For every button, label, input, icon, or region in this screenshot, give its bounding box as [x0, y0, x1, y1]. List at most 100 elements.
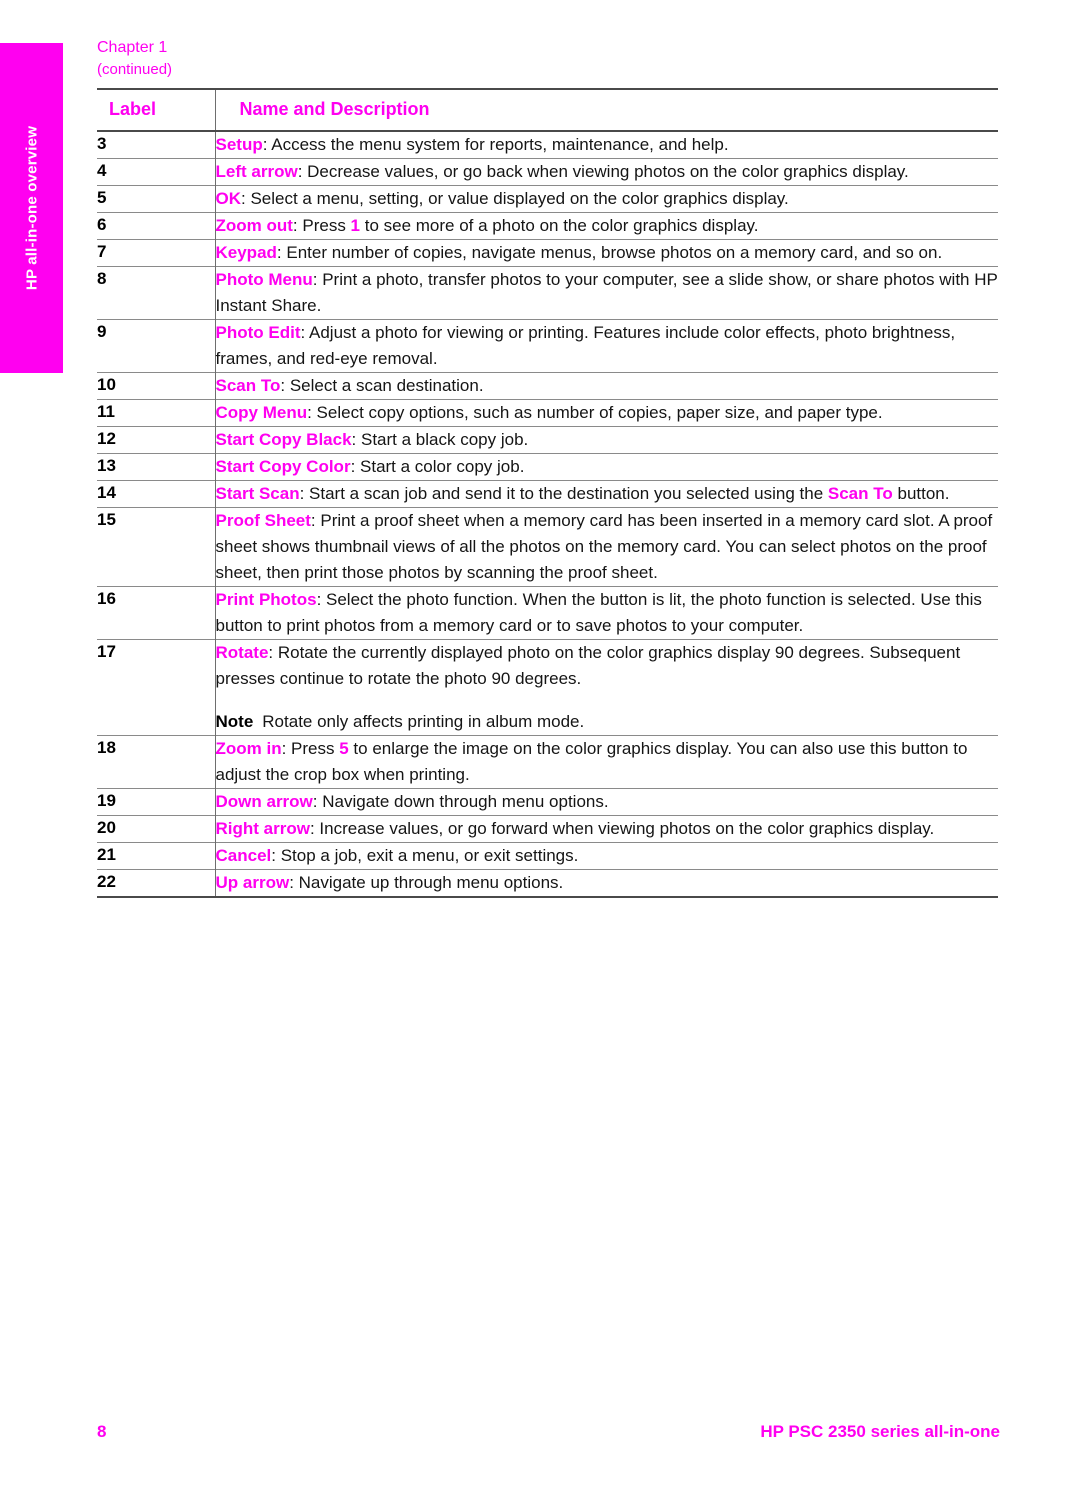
note-label: Note: [215, 712, 254, 731]
row-description-paragraph: Down arrow: Navigate down through menu o…: [216, 789, 999, 815]
row-term: Copy Menu: [215, 403, 308, 422]
row-description-paragraph: OK: Select a menu, setting, or value dis…: [216, 186, 999, 212]
table-row: 3 Setup: Access the menu system for repor…: [97, 131, 998, 159]
table-row: 13 Start Copy Color: Start a color copy j…: [97, 453, 998, 481]
table-row: 11 Copy Menu: Select copy options, such a…: [97, 399, 999, 427]
row-term: Setup: [215, 135, 263, 154]
row-label-number: 11: [97, 402, 115, 421]
table-row: 18 Zoom in: Press 5 to enlarge the image …: [97, 735, 999, 789]
column-header-label: Label: [109, 99, 157, 119]
row-term: Cancel: [215, 846, 272, 865]
row-description: Left arrow: Decrease values, or go back …: [214, 158, 998, 186]
row-label-number: 19: [97, 791, 116, 810]
chapter-title: Chapter 1: [97, 39, 168, 56]
chapter-side-tab: HP all-in-one overview: [0, 43, 63, 373]
row-label-number: 14: [97, 483, 116, 502]
row-term: OK: [215, 189, 242, 208]
row-description-paragraph: Scan To: Select a scan destination.: [216, 373, 999, 399]
row-text: : Stop a job, exit a menu, or exit setti…: [271, 846, 579, 865]
row-term: Scan To: [215, 376, 281, 395]
row-description: Cancel: Stop a job, exit a menu, or exit…: [214, 842, 998, 870]
row-description: Zoom in: Press 5 to enlarge the image on…: [214, 735, 999, 789]
row-description: Setup: Access the menu system for report…: [214, 131, 999, 159]
table-row: 19 Down arrow: Navigate down through menu…: [97, 788, 999, 816]
row-label-number: 5: [97, 188, 107, 207]
row-text: : Start a color copy job.: [350, 457, 525, 476]
row-text: : Print a photo, transfer photos to your…: [215, 270, 998, 315]
row-description-paragraph: Zoom in: Press 5 to enlarge the image on…: [216, 736, 999, 788]
row-term: Right arrow: [215, 819, 310, 838]
row-label-number: 20: [97, 818, 116, 837]
row-note: Note Rotate only affects printing in albu…: [216, 709, 999, 735]
note-text: Rotate only affects printing in album mo…: [262, 712, 585, 731]
row-term: Proof Sheet: [215, 511, 311, 530]
row-description: Up arrow: Navigate up through menu optio…: [214, 869, 999, 897]
row-label-number: 13: [97, 456, 116, 475]
row-term: Zoom in: [215, 739, 282, 758]
row-term: Zoom out: [215, 216, 293, 235]
page-header: Chapter 1 (continued): [97, 0, 1000, 81]
row-term: Down arrow: [215, 792, 313, 811]
row-description-paragraph: Up arrow: Navigate up through menu optio…: [216, 870, 999, 896]
row-text: : Increase values, or go forward when vi…: [309, 819, 935, 838]
row-description-paragraph: Setup: Access the menu system for report…: [216, 132, 999, 158]
row-label-number: 7: [97, 242, 107, 261]
label-description-table: Label Name and Description 3 Setup: Acces…: [97, 88, 998, 898]
row-key-number: 1: [350, 216, 361, 235]
row-label-number: 3: [97, 134, 107, 153]
row-term: Photo Menu: [215, 270, 313, 289]
row-description: Copy Menu: Select copy options, such as …: [214, 399, 999, 427]
row-description: Print Photos: Select the photo function.…: [214, 586, 998, 640]
row-text: : Adjust a photo for viewing or printing…: [215, 323, 956, 368]
row-description-paragraph: Right arrow: Increase values, or go forw…: [216, 816, 999, 842]
row-description-paragraph: Copy Menu: Select copy options, such as …: [216, 400, 999, 426]
row-label-number: 18: [97, 738, 116, 757]
table-row: 6 Zoom out: Press 1 to see more of a phot…: [97, 212, 998, 240]
table-row: 8 Photo Menu: Print a photo, transfer pho…: [97, 266, 999, 320]
row-description-paragraph: Photo Menu: Print a photo, transfer phot…: [216, 267, 999, 319]
row-text: : Select the photo function. When the bu…: [215, 590, 982, 635]
row-description: Start Copy Black: Start a black copy job…: [214, 426, 998, 454]
row-label-number: 21: [97, 845, 116, 864]
row-description: Down arrow: Navigate down through menu o…: [214, 788, 999, 816]
row-text: : Select a scan destination.: [280, 376, 484, 395]
row-text: : Select copy options, such as number of…: [307, 403, 883, 422]
row-text-before-key: : Press: [281, 739, 340, 758]
table-row: 22 Up arrow: Navigate up through menu opt…: [97, 869, 999, 897]
row-description: Proof Sheet: Print a proof sheet when a …: [214, 507, 998, 587]
row-text: : Rotate the currently displayed photo o…: [215, 643, 961, 688]
row-description: Keypad: Enter number of copies, navigate…: [214, 239, 999, 267]
table-row: 9 Photo Edit: Adjust a photo for viewing …: [97, 319, 999, 373]
row-text-after-term2: button.: [892, 484, 950, 503]
row-label-number: 15: [97, 510, 116, 529]
row-term-secondary: Scan To: [827, 484, 893, 503]
row-description: Photo Edit: Adjust a photo for viewing o…: [214, 319, 999, 373]
row-term: Left arrow: [215, 162, 298, 181]
row-term: Photo Edit: [215, 323, 301, 342]
row-description-paragraph: Photo Edit: Adjust a photo for viewing o…: [216, 320, 999, 372]
row-key-number: 5: [339, 739, 349, 758]
row-term: Start Copy Color: [215, 457, 351, 476]
row-term: Start Copy Black: [215, 430, 352, 449]
row-label-number: 17: [97, 642, 116, 661]
row-description-paragraph: Rotate: Rotate the currently displayed p…: [216, 640, 999, 692]
page-content: Chapter 1 (continued) Label Name and Des…: [97, 0, 1000, 1495]
row-label-number: 9: [97, 322, 107, 341]
row-description: Right arrow: Increase values, or go forw…: [214, 815, 999, 843]
row-description-paragraph: Keypad: Enter number of copies, navigate…: [216, 240, 999, 266]
row-term: Start Scan: [215, 484, 300, 503]
column-header-description: Name and Description: [214, 89, 998, 131]
table-row: 21 Cancel: Stop a job, exit a menu, or ex…: [97, 842, 998, 870]
table-row: 17 Rotate: Rotate the currently displayed…: [97, 639, 999, 736]
table-row: 16 Print Photos: Select the photo functio…: [97, 586, 998, 640]
row-text: : Navigate down through menu options.: [312, 792, 609, 811]
table-row: 20 Right arrow: Increase values, or go fo…: [97, 815, 999, 843]
row-text: : Access the menu system for reports, ma…: [262, 135, 729, 154]
row-label-number: 8: [97, 269, 107, 288]
footer-product-title: HP PSC 2350 series all-in-one: [760, 1422, 1000, 1441]
row-text-before-key: : Press: [292, 216, 351, 235]
row-description: Start Scan: Start a scan job and send it…: [214, 480, 998, 508]
row-description: Photo Menu: Print a photo, transfer phot…: [214, 266, 999, 320]
row-text: : Decrease values, or go back when viewi…: [297, 162, 909, 181]
row-text: : Start a black copy job.: [351, 430, 529, 449]
